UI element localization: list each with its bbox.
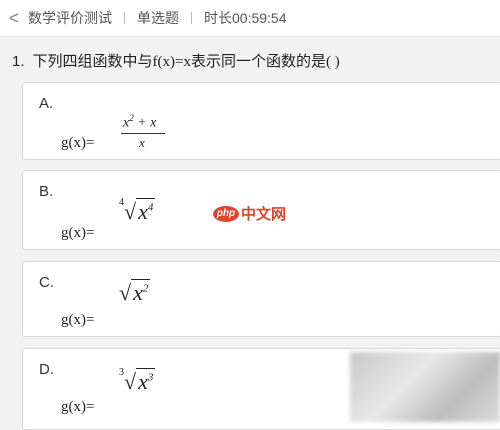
question-number: 1. bbox=[12, 53, 25, 70]
option-letter: C. bbox=[39, 274, 54, 291]
math-numerator: x2 + x bbox=[123, 113, 157, 131]
watermark-text: 中文网 bbox=[241, 206, 287, 223]
fraction-bar bbox=[121, 133, 165, 134]
math-radical: 4√x4 bbox=[119, 197, 156, 224]
top-bar: < 数学评价测试 单选题 时长00:59:54 bbox=[0, 0, 500, 37]
option-function-label: g(x)= bbox=[61, 135, 95, 151]
option-function-label: g(x)= bbox=[61, 225, 95, 241]
option-function-label: g(x)= bbox=[61, 312, 95, 328]
option-function-label: g(x)= bbox=[61, 399, 95, 415]
math-radical: √x2 bbox=[119, 279, 151, 305]
option-c[interactable]: C. g(x)= √x2 bbox=[22, 261, 500, 337]
math-radical: 3√x3 bbox=[119, 367, 156, 394]
question-text: 1. 下列四组函数中与f(x)=x表示同一个函数的是( ) bbox=[12, 50, 340, 71]
php-logo: php bbox=[213, 205, 239, 222]
blurred-image-region bbox=[350, 352, 500, 422]
question-stem: 下列四组函数中与f(x)=x表示同一个函数的是( ) bbox=[32, 54, 340, 70]
question-type: 单选题 bbox=[137, 10, 179, 26]
option-letter: B. bbox=[39, 183, 54, 200]
option-letter: D. bbox=[39, 361, 54, 378]
chevron-left-icon[interactable]: < bbox=[0, 8, 28, 29]
divider bbox=[191, 12, 192, 24]
test-title: 数学评价测试 bbox=[28, 10, 112, 26]
option-letter: A. bbox=[39, 95, 54, 112]
math-denominator: x bbox=[139, 135, 145, 150]
timer: 时长00:59:54 bbox=[204, 10, 287, 26]
watermark: php 中文网 bbox=[213, 203, 286, 224]
divider bbox=[124, 12, 125, 24]
option-a[interactable]: A. g(x)= x2 + x x bbox=[22, 82, 500, 160]
